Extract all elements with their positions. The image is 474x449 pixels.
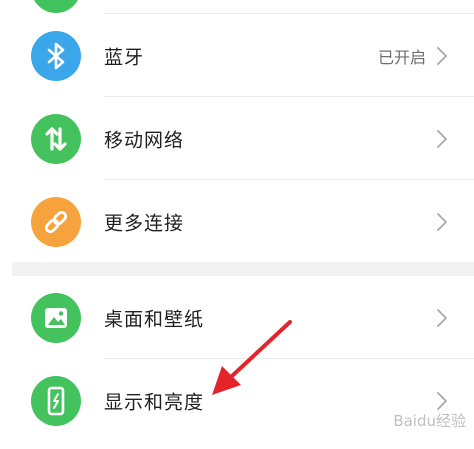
status-text: 已开启	[377, 47, 426, 67]
wallpaper-icon	[31, 292, 81, 343]
settings-item-bluetooth[interactable]: 蓝牙 已开启	[0, 14, 474, 97]
mobile-network-icon	[31, 113, 81, 164]
bluetooth-icon	[31, 30, 81, 81]
settings-item-more-connections[interactable]: 更多连接	[0, 180, 474, 263]
chevron-right-icon	[437, 46, 447, 65]
settings-item-wallpaper[interactable]: 桌面和壁纸	[0, 276, 474, 359]
settings-item-mobile-network[interactable]: 移动网络	[0, 97, 474, 180]
chevron-right-icon	[437, 212, 447, 231]
chevron-right-icon	[437, 129, 447, 148]
chevron-right-icon	[437, 391, 447, 410]
link-icon	[31, 196, 81, 247]
chevron-right-icon	[437, 308, 447, 327]
settings-item-label: 移动网络	[104, 129, 185, 151]
settings-item-label: 更多连接	[104, 212, 185, 234]
settings-screen: 蓝牙 已开启 移动网络 更多连接 桌面和壁纸 显示和亮度 Baidu经验	[0, 0, 474, 449]
settings-item-label: 蓝牙	[104, 46, 145, 68]
section-separator	[12, 262, 474, 276]
watermark: Baidu经验	[393, 412, 466, 430]
previous-item-icon	[31, 0, 81, 13]
settings-item-label: 桌面和壁纸	[104, 308, 205, 330]
settings-item-label: 显示和亮度	[104, 391, 205, 413]
display-brightness-icon	[31, 375, 81, 426]
